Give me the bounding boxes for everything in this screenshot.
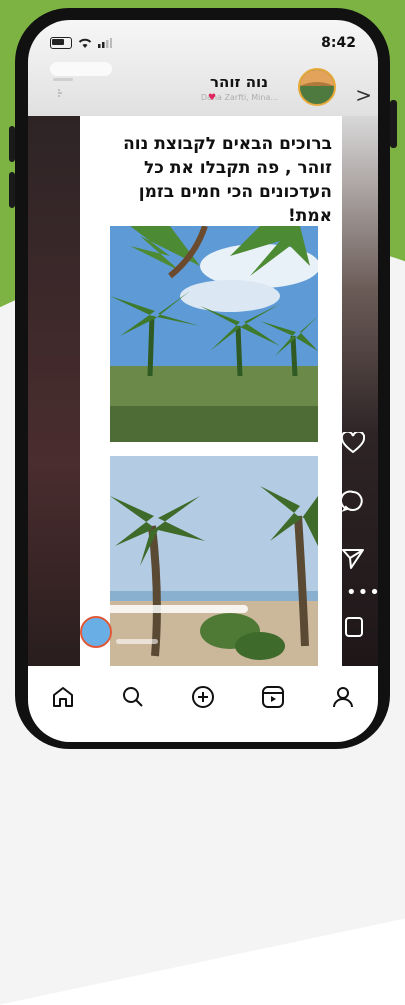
avatar[interactable] — [298, 68, 336, 106]
comment-icon[interactable] — [342, 490, 364, 512]
wifi-icon — [78, 38, 92, 48]
search-icon[interactable] — [119, 683, 147, 711]
reels-icon[interactable] — [259, 683, 287, 711]
story-progress-pill — [50, 62, 112, 76]
more-icon[interactable]: ••• — [346, 582, 378, 603]
bottom-nav — [28, 666, 378, 742]
power-button — [390, 100, 397, 148]
heart-icon[interactable] — [341, 432, 365, 454]
volume-up-button — [9, 126, 15, 162]
story-background-right — [342, 116, 378, 696]
bookmark-icon[interactable] — [344, 616, 364, 638]
story-progress-bar — [53, 78, 73, 81]
chevron-right-icon[interactable]: > — [355, 83, 372, 107]
slider-thumb[interactable] — [80, 616, 112, 648]
send-icon[interactable] — [341, 548, 365, 570]
status-time: 8:42 — [321, 35, 356, 51]
signal-icon — [98, 38, 112, 48]
volume-down-button — [9, 172, 15, 208]
slider-track[interactable] — [88, 605, 248, 613]
avatar-image — [300, 70, 334, 104]
palm-photo-2 — [110, 456, 318, 666]
status-icons — [50, 37, 112, 49]
palm-photo-1 — [110, 226, 318, 442]
profile-icon[interactable] — [329, 683, 357, 711]
heart-small-icon: ♥ — [208, 93, 217, 103]
mic-icon — [58, 89, 62, 97]
slider-track-secondary — [116, 639, 158, 644]
battery-icon — [50, 37, 72, 49]
phone-screen: 8:42 נוה זוהר Dana Zarfti, Mina... ♥ > ב… — [28, 20, 378, 742]
plus-icon[interactable] — [189, 683, 217, 711]
account-name[interactable]: נוה זוהר — [210, 73, 268, 91]
status-bar: 8:42 — [28, 20, 378, 66]
story-background-left — [28, 116, 80, 696]
post-caption: ברוכים הבאים לקבוצת נוה זוהר , פה תקבלו … — [123, 134, 332, 226]
home-icon[interactable] — [49, 683, 77, 711]
